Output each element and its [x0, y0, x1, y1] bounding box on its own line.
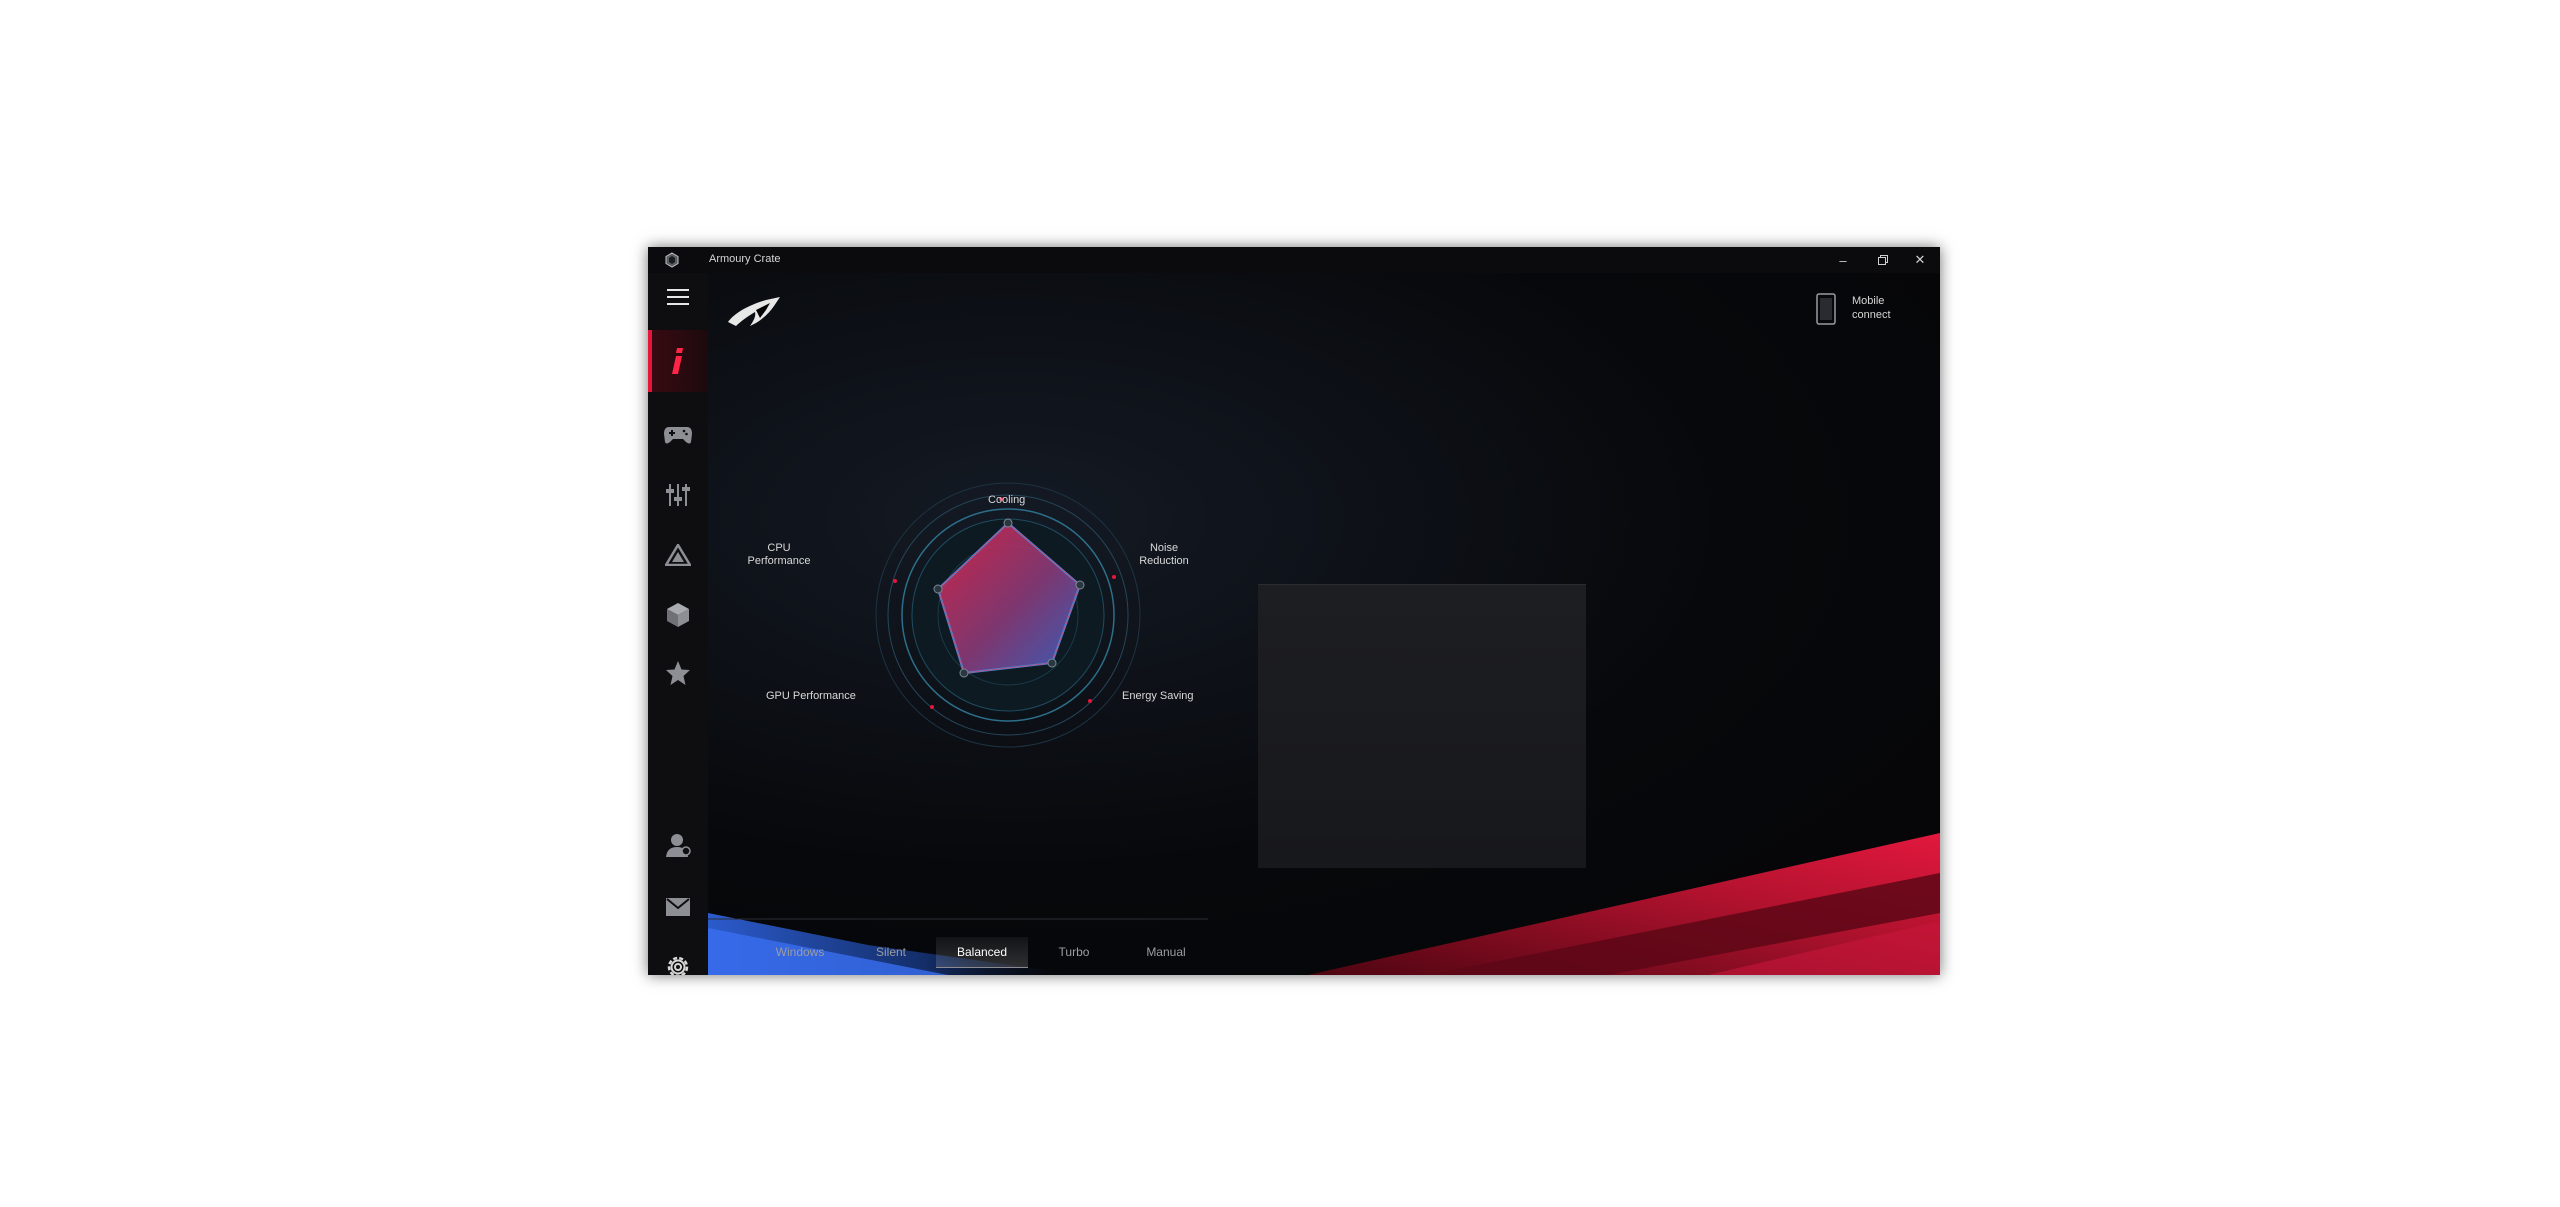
gamepad-icon	[664, 427, 692, 444]
sidebar-item-featured[interactable]	[648, 649, 708, 697]
radar-label-cpu-line2: Performance	[747, 555, 811, 567]
radar-label-gpu-performance: GPU Performance	[766, 690, 856, 702]
mode-manual[interactable]: Manual	[1120, 937, 1212, 967]
info-icon	[672, 348, 683, 374]
radar-label-noise-line2: Reduction	[1139, 555, 1189, 567]
app-logo-icon	[665, 252, 679, 268]
rog-logo-icon	[728, 297, 780, 326]
minimize-button[interactable]: –	[1823, 247, 1863, 273]
window-title: Armoury Crate	[709, 253, 781, 265]
menu-button[interactable]	[648, 279, 708, 315]
sidebar-item-user-center[interactable]	[648, 821, 708, 869]
sidebar-item-home[interactable]	[648, 330, 708, 392]
gear-icon	[667, 956, 689, 975]
star-icon	[666, 661, 690, 685]
cpu-load-card	[1258, 584, 1586, 868]
sliders-icon	[666, 484, 690, 506]
hamburger-menu-icon	[667, 289, 689, 305]
sidebar-item-news[interactable]	[648, 883, 708, 931]
title-bar: Armoury Crate – ✕	[648, 247, 1940, 273]
main-area: Mobile connect Cooling Noise Reduction E…	[708, 273, 1940, 975]
mode-balanced[interactable]: Balanced	[936, 937, 1028, 968]
aura-icon	[665, 544, 691, 566]
mail-icon	[666, 898, 690, 916]
sidebar-item-settings[interactable]	[648, 943, 708, 975]
radar-label-cooling: Cooling	[988, 494, 1026, 506]
mode-windows[interactable]: Windows	[754, 937, 846, 967]
radar-label-energy-saving: Energy Saving	[1122, 690, 1194, 702]
radar-label-noise-line1: Noise	[1149, 542, 1179, 554]
sidebar-item-game[interactable]	[648, 411, 708, 459]
armoury-crate-window: Armoury Crate – ✕ Mobile connect Cooling…	[648, 247, 1940, 975]
phone-icon	[1816, 293, 1836, 325]
mode-turbo[interactable]: Turbo	[1028, 937, 1120, 967]
restore-button[interactable]	[1863, 247, 1903, 273]
close-button[interactable]: ✕	[1900, 247, 1940, 273]
performance-radar	[875, 482, 1141, 748]
radar-label-cpu-line1: CPU	[767, 542, 791, 554]
mobile-connect-line2: connect	[1852, 309, 1891, 321]
radar-label-cpu-performance: CPU Performance	[744, 542, 814, 568]
mobile-connect-button[interactable]: Mobile connect	[1816, 293, 1926, 327]
sidebar-item-aura[interactable]	[648, 531, 708, 579]
mobile-connect-line1: Mobile	[1852, 295, 1885, 307]
sidebar-item-content[interactable]	[648, 591, 708, 639]
restore-icon	[1878, 255, 1888, 265]
sidebar-item-settings-tuning[interactable]	[648, 471, 708, 519]
box-icon	[667, 603, 689, 627]
mode-silent[interactable]: Silent	[846, 937, 936, 967]
operating-mode-selector: Windows Silent Balanced Turbo Manual	[754, 937, 1204, 968]
user-icon	[666, 834, 691, 857]
radar-label-noise-reduction: Noise Reduction	[1134, 542, 1194, 568]
sidebar	[648, 273, 708, 975]
